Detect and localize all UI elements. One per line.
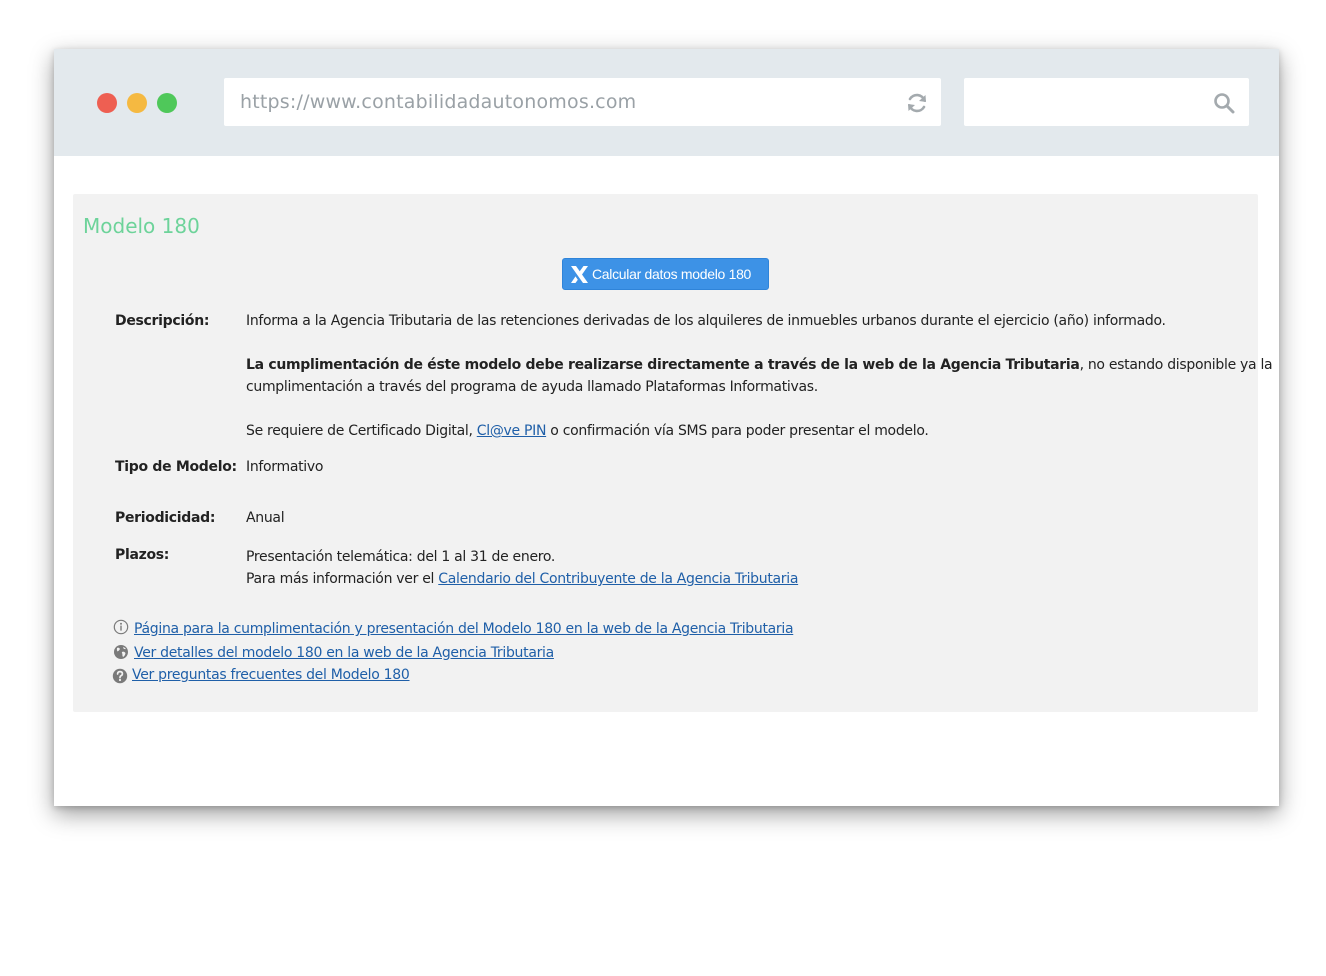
ver-detalles-link[interactable]: Ver detalles del modelo 180 en la web de… — [134, 645, 554, 661]
info-icon — [113, 619, 129, 635]
question-icon — [112, 668, 128, 684]
globe-icon — [114, 645, 128, 659]
close-window-button[interactable] — [97, 93, 117, 113]
descripcion-line4-post: o confirmación vía SMS para poder presen… — [546, 423, 929, 439]
url-text: https://www.contabilidadautonomos.com — [240, 91, 637, 113]
pagina-cumplimentacion-link[interactable]: Página para la cumplimentación y present… — [134, 621, 794, 637]
plazos-label: Plazos: — [115, 547, 170, 563]
page-title: Modelo 180 — [83, 214, 200, 238]
periodicidad-value: Anual — [246, 510, 285, 526]
preguntas-frecuentes-link[interactable]: Ver preguntas frecuentes del Modelo 180 — [132, 667, 410, 683]
browser-window: https://www.contabilidadautonomos.com Mo… — [54, 49, 1279, 806]
plazos-line1: Presentación telemática: del 1 al 31 de … — [246, 549, 556, 565]
periodicidad-label: Periodicidad: — [115, 510, 216, 526]
maximize-window-button[interactable] — [157, 93, 177, 113]
plazos-line2-pre: Para más información ver el — [246, 571, 439, 587]
reload-icon[interactable] — [905, 91, 929, 115]
descripcion-line4-pre: Se requiere de Certificado Digital, — [246, 423, 477, 439]
calcular-datos-button[interactable]: Calcular datos modelo 180 — [562, 258, 769, 290]
descripcion-line4: Se requiere de Certificado Digital, Cl@v… — [246, 420, 929, 442]
clave-pin-link[interactable]: Cl@ve PIN — [477, 423, 547, 439]
search-bar[interactable] — [964, 78, 1249, 126]
modelo-panel: Modelo 180 Calcular datos modelo 180 Des… — [73, 194, 1273, 712]
descripcion-line3: cumplimentación a través del programa de… — [246, 379, 818, 395]
aeat-x-icon — [571, 266, 588, 283]
descripcion-label: Descripción: — [115, 313, 210, 329]
descripcion-line2-bold: La cumplimentación de éste modelo debe r… — [246, 357, 1080, 373]
descripcion-line1: Informa a la Agencia Tributaria de las r… — [246, 313, 1166, 329]
tipo-modelo-value: Informativo — [246, 459, 324, 475]
descripcion-line2-rest: , no estando disponible ya la — [1079, 357, 1273, 373]
calcular-datos-label: Calcular datos modelo 180 — [592, 266, 752, 282]
descripcion-line2: La cumplimentación de éste modelo debe r… — [246, 354, 1273, 376]
minimize-window-button[interactable] — [127, 93, 147, 113]
browser-titlebar: https://www.contabilidadautonomos.com — [54, 49, 1279, 156]
plazos-line2: Para más información ver el Calendario d… — [246, 568, 798, 590]
calendario-contribuyente-link[interactable]: Calendario del Contribuyente de la Agenc… — [438, 571, 798, 587]
address-bar[interactable]: https://www.contabilidadautonomos.com — [224, 78, 941, 126]
search-icon[interactable] — [1213, 92, 1235, 114]
tipo-modelo-label: Tipo de Modelo: — [115, 459, 237, 475]
